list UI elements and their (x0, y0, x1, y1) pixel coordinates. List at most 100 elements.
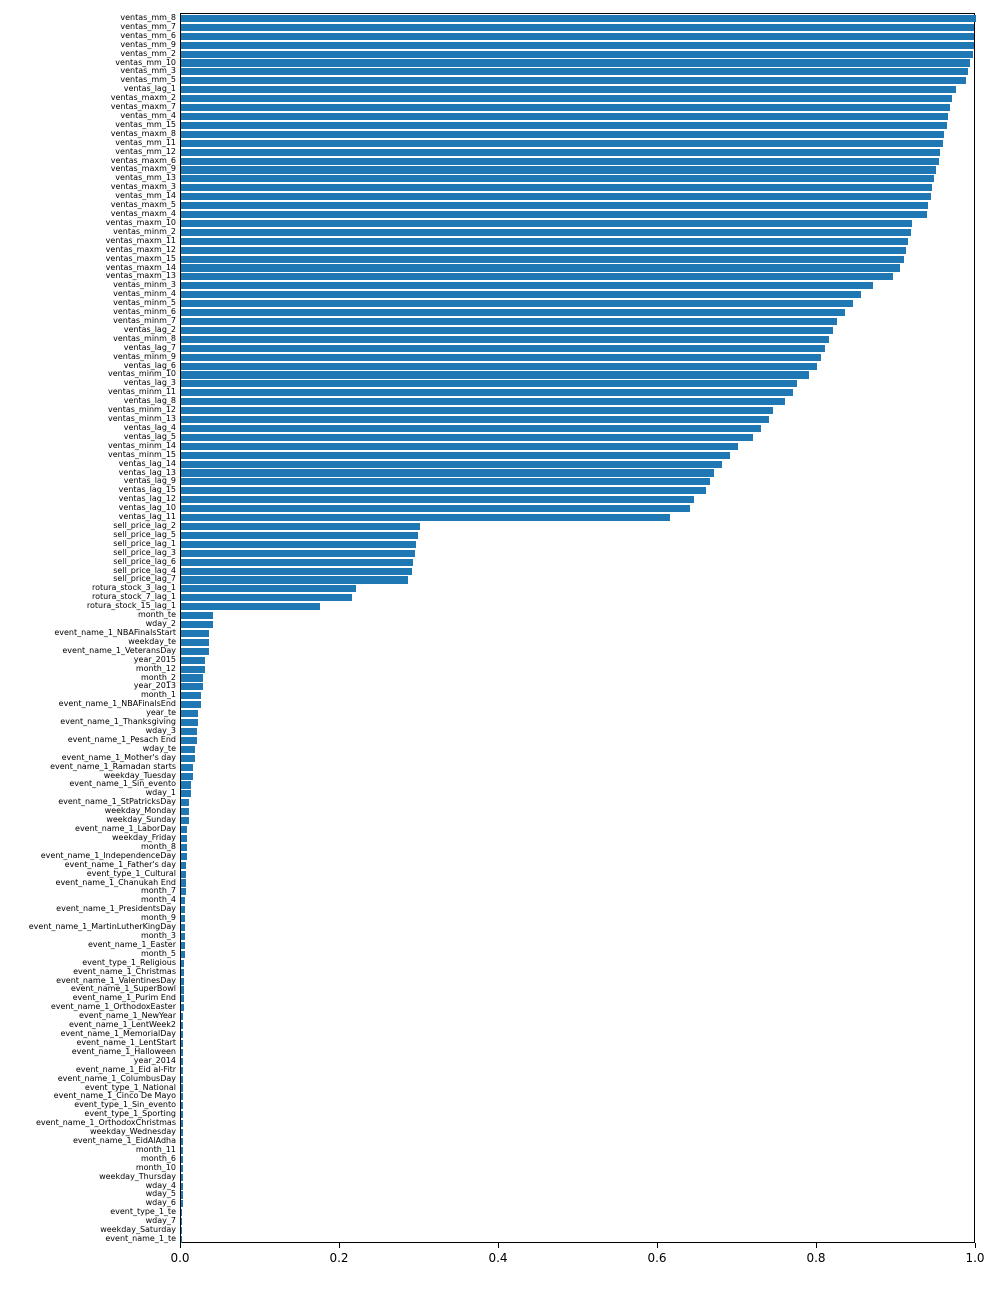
y-tick-label: weekday_Friday (0, 833, 176, 842)
y-tick-label: rotura_stock_15_lag_1 (0, 601, 176, 610)
bar (181, 835, 187, 842)
bar (181, 701, 201, 708)
y-tick-label: sell_price_lag_2 (0, 521, 176, 530)
x-tick (180, 1243, 181, 1248)
y-tick-label: year_te (0, 708, 176, 717)
bar (181, 354, 821, 361)
y-tick-label: ventas_maxm_9 (0, 164, 176, 173)
y-tick-label: event_name_1_NewYear (0, 1011, 176, 1020)
bar (181, 469, 714, 476)
y-tick-label: ventas_lag_12 (0, 494, 176, 503)
y-tick-label: event_type_1_National (0, 1083, 176, 1092)
bar (181, 576, 408, 583)
bar (181, 871, 186, 878)
bar (181, 487, 706, 494)
y-tick-label: event_name_1_ValentinesDay (0, 976, 176, 985)
bar (181, 309, 845, 316)
bar (181, 1147, 183, 1154)
y-tick-label: event_type_1_Religious (0, 958, 176, 967)
y-tick-label: ventas_minm_8 (0, 334, 176, 343)
bar (181, 888, 186, 895)
bar (181, 532, 418, 539)
y-tick-label: ventas_lag_11 (0, 512, 176, 521)
bar (181, 710, 198, 717)
bar (181, 149, 940, 156)
y-tick-label: ventas_mm_10 (0, 58, 176, 67)
y-tick-label: ventas_mm_9 (0, 40, 176, 49)
bar (181, 434, 753, 441)
y-tick-label: ventas_mm_5 (0, 75, 176, 84)
bar (181, 808, 189, 815)
bar (181, 630, 209, 637)
y-tick-label: month_3 (0, 931, 176, 940)
bar (181, 1031, 183, 1038)
bar (181, 86, 956, 93)
bar (181, 1218, 182, 1225)
bar (181, 158, 939, 165)
y-tick-label: ventas_lag_2 (0, 325, 176, 334)
bar (181, 95, 952, 102)
y-tick-label: ventas_maxm_15 (0, 254, 176, 263)
bar (181, 550, 415, 557)
bar (181, 1049, 183, 1056)
x-tick-label: 0.0 (170, 1251, 189, 1265)
bar (181, 514, 670, 521)
y-tick-label: event_name_1_Easter (0, 940, 176, 949)
y-tick-label: ventas_minm_11 (0, 387, 176, 396)
bar (181, 523, 420, 530)
bar (181, 443, 738, 450)
bar (181, 166, 936, 173)
bar (181, 781, 191, 788)
bar (181, 291, 861, 298)
bar (181, 77, 966, 84)
y-tick-label: ventas_lag_9 (0, 476, 176, 485)
y-tick-label: ventas_minm_2 (0, 227, 176, 236)
x-tick-label: 0.4 (488, 1251, 507, 1265)
y-tick-label: event_name_1_VeteransDay (0, 646, 176, 655)
y-tick-label: ventas_minm_7 (0, 316, 176, 325)
bars-group (181, 14, 974, 1242)
bar (181, 862, 186, 869)
y-tick-label: ventas_lag_6 (0, 361, 176, 370)
y-tick-label: year_2015 (0, 655, 176, 664)
y-tick-label: ventas_maxm_8 (0, 129, 176, 138)
y-tick-label: ventas_maxm_7 (0, 102, 176, 111)
y-tick-label: month_te (0, 610, 176, 619)
y-tick-label: ventas_minm_15 (0, 450, 176, 459)
bar (181, 1067, 183, 1074)
y-tick-label: month_11 (0, 1145, 176, 1154)
bar (181, 683, 203, 690)
y-tick-label: ventas_maxm_12 (0, 245, 176, 254)
bar (181, 345, 825, 352)
bar (181, 24, 974, 31)
bar (181, 844, 187, 851)
y-tick-label: month_4 (0, 895, 176, 904)
y-tick-label: month_1 (0, 690, 176, 699)
y-tick-label: sell_price_lag_3 (0, 548, 176, 557)
bar (181, 1120, 183, 1127)
bar (181, 425, 761, 432)
y-tick-label: event_name_1_NBAFinalsStart (0, 628, 176, 637)
y-tick-label: weekday_Wednesday (0, 1127, 176, 1136)
bar (181, 764, 193, 771)
bar (181, 1200, 183, 1207)
y-tick-label: wday_5 (0, 1189, 176, 1198)
y-tick-label: ventas_mm_6 (0, 31, 176, 40)
y-tick-label: ventas_mm_11 (0, 138, 176, 147)
y-tick-label: event_name_1_Father's day (0, 860, 176, 869)
bar (181, 220, 912, 227)
bar (181, 1111, 183, 1118)
y-tick-label: event_name_1_OrthodoxChristmas (0, 1118, 176, 1127)
y-tick-label: ventas_lag_14 (0, 459, 176, 468)
x-tick (498, 1243, 499, 1248)
chart-container: ventas_mm_8ventas_mm_7ventas_mm_6ventas_… (0, 0, 1000, 1300)
y-tick-label: ventas_mm_4 (0, 111, 176, 120)
y-tick-label: event_name_1_OrthodoxEaster (0, 1002, 176, 1011)
bar (181, 184, 932, 191)
bar (181, 461, 722, 468)
bar (181, 273, 893, 280)
bar (181, 1093, 183, 1100)
bar (181, 1129, 183, 1136)
bar (181, 585, 356, 592)
y-tick-label: ventas_maxm_6 (0, 156, 176, 165)
